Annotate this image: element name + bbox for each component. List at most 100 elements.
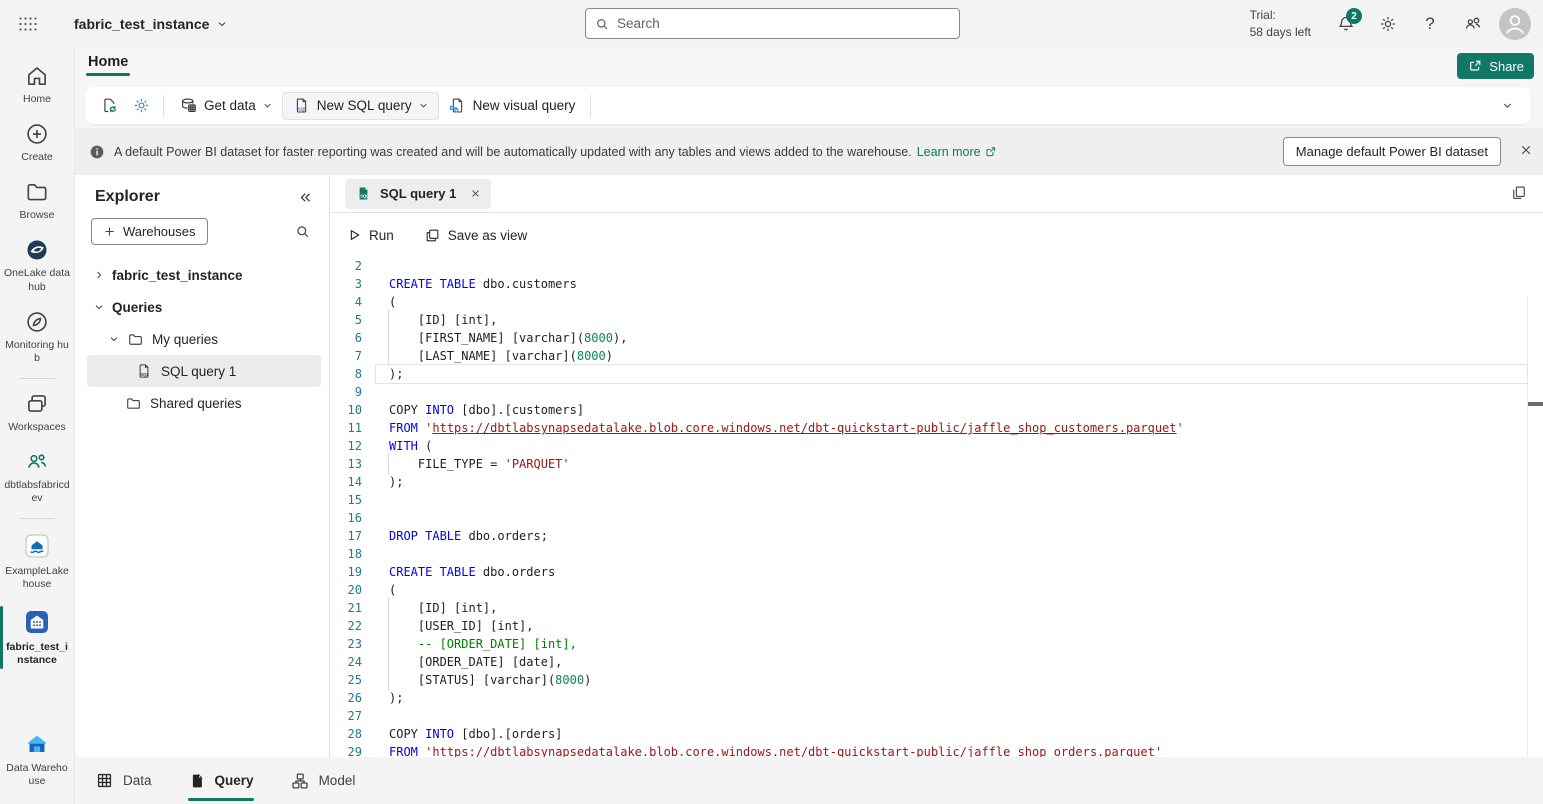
tab-close-icon[interactable] <box>470 188 481 199</box>
account-avatar[interactable] <box>1499 8 1531 40</box>
sql-code-area[interactable]: 23CREATE TABLE dbo.customers4(5 [ID] [in… <box>330 257 1543 757</box>
browse-icon <box>24 179 50 205</box>
code-line-27[interactable]: 27 <box>330 707 1543 725</box>
data-warehouse-icon <box>23 730 51 758</box>
tab-sql-query-1[interactable]: SQL SQL query 1 <box>345 179 491 209</box>
code-line-2[interactable]: 2 <box>330 257 1543 275</box>
code-line-23[interactable]: 23 -- [ORDER_DATE] [int], <box>330 635 1543 653</box>
code-line-13[interactable]: 13 FILE_TYPE = 'PARQUET' <box>330 455 1543 473</box>
global-search[interactable] <box>585 8 960 39</box>
nav-workspaces[interactable]: Workspaces <box>0 384 74 442</box>
code-line-9[interactable]: 9 <box>330 383 1543 401</box>
code-line-8[interactable]: 8); <box>330 365 1543 383</box>
code-line-5[interactable]: 5 [ID] [int], <box>330 311 1543 329</box>
nav-fabric-test-instance[interactable]: fabric_test_instance <box>0 600 74 675</box>
code-line-6[interactable]: 6 [FIRST_NAME] [varchar](8000), <box>330 329 1543 347</box>
code-line-29[interactable]: 29FROM 'https://dbtlabsynapsedatalake.bl… <box>330 743 1543 757</box>
copy-icon[interactable] <box>1510 184 1528 202</box>
tree-item-fabric-test-instance[interactable]: fabric_test_instance <box>87 259 321 291</box>
code-line-25[interactable]: 25 [STATUS] [varchar](8000) <box>330 671 1543 689</box>
feedback-button[interactable] <box>1451 0 1493 48</box>
code-line-11[interactable]: 11FROM 'https://dbtlabsynapsedatalake.bl… <box>330 419 1543 437</box>
code-line-17[interactable]: 17DROP TABLE dbo.orders; <box>330 527 1543 545</box>
settings-toolbar-button[interactable] <box>125 92 157 120</box>
top-bar: fabric_test_instance Trial: 58 days left… <box>0 0 1543 48</box>
code-line-7[interactable]: 7 [LAST_NAME] [varchar](8000) <box>330 347 1543 365</box>
code-line-26[interactable]: 26); <box>330 689 1543 707</box>
sql-file-icon: SQL <box>355 185 372 202</box>
code-text: [FIRST_NAME] [varchar](8000), <box>389 329 627 347</box>
nav-examplelakehouse[interactable]: ExampleLakehouse <box>0 524 74 599</box>
help-button[interactable]: ? <box>1409 0 1451 48</box>
chevron-right-icon[interactable] <box>93 269 105 281</box>
tree-item-label: fabric_test_instance <box>112 268 243 283</box>
run-button[interactable]: Run <box>346 227 394 243</box>
home-icon <box>24 63 50 89</box>
refresh-item-button[interactable] <box>93 92 125 120</box>
nav-home[interactable]: Home <box>0 56 74 114</box>
code-line-24[interactable]: 24 [ORDER_DATE] [date], <box>330 653 1543 671</box>
chevron-down-icon <box>418 100 429 111</box>
workspace-switcher[interactable]: fabric_test_instance <box>74 16 228 32</box>
learn-more-link[interactable]: Learn more <box>917 145 997 159</box>
code-line-16[interactable]: 16 <box>330 509 1543 527</box>
toolbar-overflow-button[interactable] <box>1491 92 1523 120</box>
nav-browse[interactable]: Browse <box>0 172 74 230</box>
tab-home[interactable]: Home <box>88 54 128 76</box>
nav-dbtlabsfabricdev[interactable]: dbtlabsfabricdev <box>0 442 74 513</box>
explorer-search-icon[interactable] <box>294 223 311 240</box>
code-line-12[interactable]: 12WITH ( <box>330 437 1543 455</box>
nav-monitoring-hub[interactable]: Monitoring hub <box>0 302 74 373</box>
nav-data-warehouse[interactable]: Data Warehouse <box>0 723 74 796</box>
line-number: 20 <box>330 583 362 597</box>
code-line-4[interactable]: 4( <box>330 293 1543 311</box>
code-text: [LAST_NAME] [varchar](8000) <box>389 347 613 365</box>
workspace-name: fabric_test_instance <box>74 16 209 32</box>
code-line-21[interactable]: 21 [ID] [int], <box>330 599 1543 617</box>
share-button[interactable]: Share <box>1457 53 1534 79</box>
manage-default-dataset-button[interactable]: Manage default Power BI dataset <box>1283 137 1501 166</box>
new-visual-query-button[interactable]: New visual query <box>439 92 585 120</box>
code-line-22[interactable]: 22 [USER_ID] [int], <box>330 617 1543 635</box>
view-tab-model[interactable]: Model <box>290 765 356 797</box>
new-sql-query-button[interactable]: SQL New SQL query <box>282 92 439 120</box>
view-tab-query[interactable]: Query <box>188 765 254 797</box>
line-number: 5 <box>330 313 362 327</box>
settings-button[interactable] <box>1367 0 1409 48</box>
app-launcher-icon[interactable] <box>0 0 56 48</box>
warehouses-button[interactable]: Warehouses <box>91 218 208 245</box>
tree-item-label: SQL query 1 <box>161 364 236 379</box>
notifications-button[interactable]: 2 <box>1325 0 1367 48</box>
chevron-down-icon[interactable] <box>93 301 105 313</box>
chevron-down-icon[interactable] <box>108 333 120 345</box>
line-number: 4 <box>330 295 362 309</box>
nav-label: Monitoring hub <box>4 339 70 365</box>
view-tab-data[interactable]: Data <box>95 765 152 797</box>
tree-item-shared-queries[interactable]: Shared queries <box>87 387 321 419</box>
banner-close-icon[interactable] <box>1519 143 1533 157</box>
nav-onelake-data-hub[interactable]: OneLake data hub <box>0 230 74 301</box>
code-line-20[interactable]: 20( <box>330 581 1543 599</box>
query-tab-title: SQL query 1 <box>380 186 456 201</box>
code-text: FROM 'https://dbtlabsynapsedatalake.blob… <box>389 743 1162 757</box>
code-text: FILE_TYPE = 'PARQUET' <box>389 455 570 473</box>
line-number: 14 <box>330 475 362 489</box>
line-number: 18 <box>330 547 362 561</box>
code-line-10[interactable]: 10COPY INTO [dbo].[customers] <box>330 401 1543 419</box>
tree-item-my-queries[interactable]: My queries <box>87 323 321 355</box>
collapse-pane-icon[interactable] <box>298 190 313 205</box>
code-line-3[interactable]: 3CREATE TABLE dbo.customers <box>330 275 1543 293</box>
code-line-14[interactable]: 14); <box>330 473 1543 491</box>
get-data-button[interactable]: Get data <box>170 92 282 120</box>
line-number: 24 <box>330 655 362 669</box>
save-as-view-button[interactable]: Save as view <box>424 227 528 244</box>
code-line-18[interactable]: 18 <box>330 545 1543 563</box>
code-line-15[interactable]: 15 <box>330 491 1543 509</box>
nav-create[interactable]: Create <box>0 114 74 172</box>
tree-item-queries[interactable]: Queries <box>87 291 321 323</box>
code-line-19[interactable]: 19CREATE TABLE dbo.orders <box>330 563 1543 581</box>
search-input[interactable] <box>617 16 951 31</box>
tree-item-sql-query-1[interactable]: SQLSQL query 1 <box>87 355 321 387</box>
code-line-28[interactable]: 28COPY INTO [dbo].[orders] <box>330 725 1543 743</box>
nav-label: Home <box>23 93 51 106</box>
